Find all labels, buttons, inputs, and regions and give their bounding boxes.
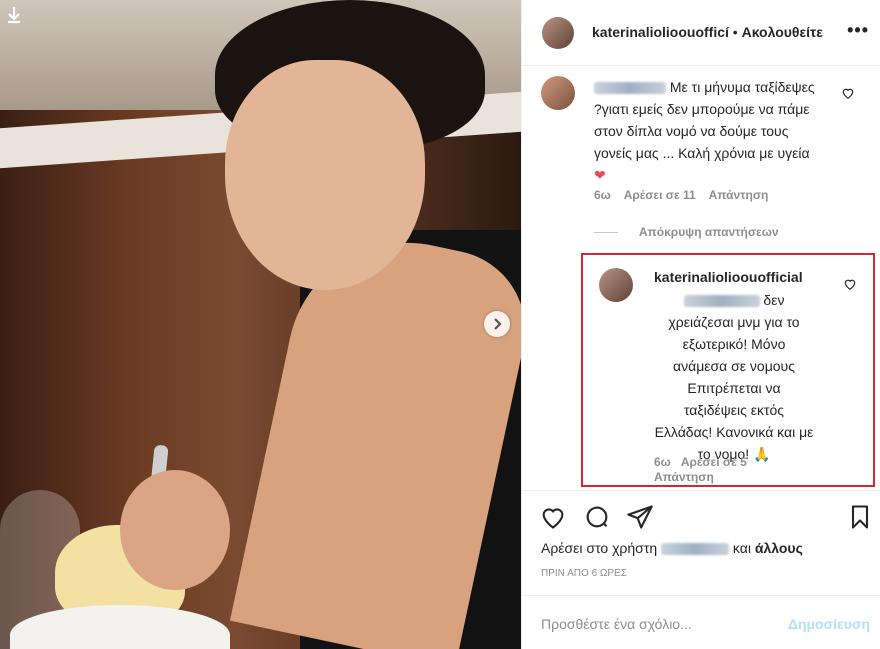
blurred-mention[interactable] [683,295,760,308]
reply-body: δεν χρειάζεσαι μνμ για το εξωτερικό! Μόν… [654,289,814,465]
like-comment-heart-icon[interactable] [841,86,855,100]
header-user-line: katerinaliolioouofficí • Ακολουθείτε [592,24,823,40]
heart-emoji: ❤ [594,167,606,183]
comment: Με τι μήνυμα ταξίδεψες ?γιατι εμείς δεν … [541,76,861,216]
commenter-avatar[interactable] [541,76,575,110]
like-reply-heart-icon[interactable] [843,277,857,291]
download-arrow-icon[interactable] [6,6,22,24]
header-separator: • [732,24,738,40]
hide-replies-label: Απόκρυψη απαντήσεων [638,225,779,239]
photo-face [225,60,425,290]
avatar[interactable] [542,17,574,49]
post-photo[interactable] [0,0,521,649]
likes-prefix: Αρέσει στο χρήστη [541,540,658,556]
comment-reply-button[interactable]: Απάντηση [709,188,769,202]
like-heart-icon[interactable] [539,503,567,531]
reply-time: 6ω [654,455,671,469]
likes-and: και [732,540,751,556]
post-timestamp[interactable]: ΠΡΙΝ ΑΠΟ 6 ΩΡΕΣ [541,568,627,579]
instagram-post: katerinaliolioouofficí • Ακολουθείτε •••… [0,0,880,649]
comment-time: 6ω [594,188,611,202]
highlighted-reply: katerinaliolioouofficial δεν χρειάζεσαι … [581,253,875,487]
reply-meta: 6ω Αρέσει σε 5 Απάντηση [654,455,794,485]
blurred-liker[interactable] [661,543,730,556]
comment-likes[interactable]: Αρέσει σε 11 [624,188,696,202]
header-username[interactable]: katerinaliolioouofficí [592,24,729,40]
comment-body: Με τι μήνυμα ταξίδεψες ?γιατι εμείς δεν … [594,76,824,186]
comment-bubble-icon[interactable] [583,503,611,531]
likes-summary: Αρέσει στο χρήστη και άλλους [541,540,803,556]
share-paper-plane-icon[interactable] [626,503,654,531]
add-comment-bar: Προσθέστε ένα σχόλιο... Δημοσίευση [521,595,880,649]
next-photo-button[interactable] [484,311,510,337]
action-bar [521,490,880,540]
reply-avatar[interactable] [599,268,633,302]
hide-replies-dash [594,232,618,234]
save-bookmark-icon[interactable] [846,503,874,531]
reply-likes[interactable]: Αρέσει σε 5 [681,455,747,469]
following-button[interactable]: Ακολουθείτε [742,24,823,40]
photo-hand [120,470,230,590]
hide-replies-button[interactable]: Απόκρυψη απαντήσεων [594,225,779,239]
chevron-right-icon [494,318,502,330]
post-comment-button[interactable]: Δημοσίευση [788,616,870,632]
blurred-username[interactable] [594,82,666,95]
likes-others[interactable]: άλλους [755,540,803,556]
comment-meta: 6ω Αρέσει σε 11 Απάντηση [594,188,778,202]
reply-username[interactable]: katerinaliolioouofficial [654,269,803,285]
reply-reply-button[interactable]: Απάντηση [654,470,714,484]
add-comment-input[interactable]: Προσθέστε ένα σχόλιο... [541,616,692,632]
post-header: katerinaliolioouofficí • Ακολουθείτε ••• [522,0,880,66]
more-options-icon[interactable]: ••• [847,20,869,41]
reply-text: δεν χρειάζεσαι μνμ για το εξωτερικό! Μόν… [654,292,814,462]
